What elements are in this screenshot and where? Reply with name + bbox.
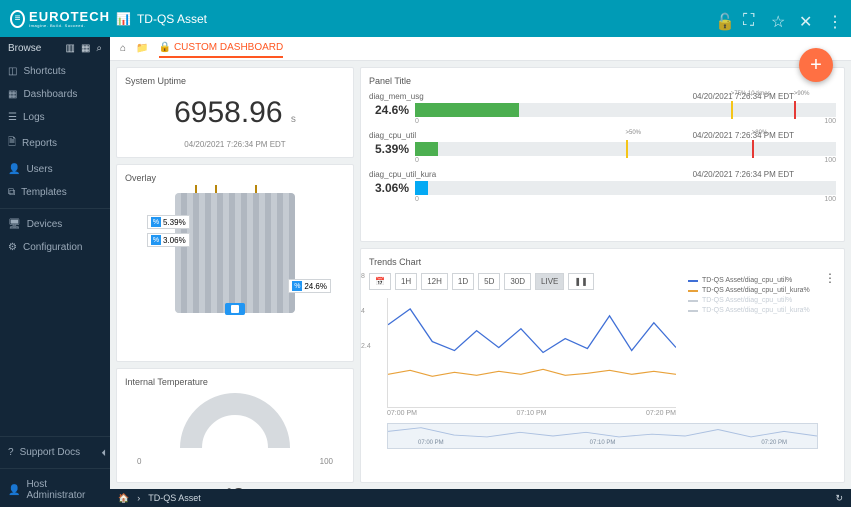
uptime-timestamp: 04/20/2021 7:26:34 PM EDT (125, 140, 345, 149)
range-12h[interactable]: 12H (421, 273, 448, 290)
tab-folder-icon[interactable]: 📁 (136, 43, 148, 54)
sidebar-item-templates[interactable]: ⧉ Templates (0, 181, 110, 204)
search-icon[interactable]: ⌕ (96, 43, 102, 54)
range-live[interactable]: LIVE (535, 273, 564, 290)
tab-home-icon[interactable]: ⌂ (120, 43, 126, 54)
range-1d[interactable]: 1D (452, 273, 474, 290)
browse-label: Browse (8, 43, 41, 54)
sidebar: Browse ▥ ▦ ⌕ ◫ Shortcuts ▦ Dashboards ☰ … (0, 37, 110, 507)
uptime-value: 6958.96 s (125, 96, 345, 130)
range-30d[interactable]: 30D (504, 273, 531, 290)
temperature-gauge (180, 393, 290, 448)
overlay-toggle[interactable] (225, 303, 245, 315)
sidebar-support[interactable]: ? Support Docs (0, 441, 110, 464)
range-5d[interactable]: 5D (478, 273, 500, 290)
sidebar-item-devices[interactable]: 🖥 Devices (0, 213, 110, 236)
device-image: %5.39% %3.06% %24.6% (175, 193, 295, 313)
trends-brush[interactable]: 07:00 PM07:10 PM07:20 PM (387, 423, 818, 449)
star-icon[interactable]: ☆ (771, 12, 785, 26)
overlay-card: Overlay %5.39% %3.06% %24.6% (116, 164, 354, 362)
sidebar-item-logs[interactable]: ☰ Logs (0, 106, 110, 129)
brand-name: EUROTECH (29, 9, 110, 24)
panel-title: Panel Title (369, 76, 836, 86)
metric-mem-bar: >75% 10 times >90% (415, 103, 836, 117)
view-list-icon[interactable]: ▥ (65, 43, 74, 54)
sidebar-host-admin[interactable]: 👤 Host Administrator (0, 473, 110, 507)
metric-cpu-bar: >50% >80% (415, 142, 836, 156)
add-fab-button[interactable]: + (799, 48, 833, 82)
metric-mem: diag_mem_usg04/20/2021 7:26:34 PM EDT 24… (369, 92, 836, 125)
tab-custom-dashboard[interactable]: 🔒 CUSTOM DASHBOARD (159, 42, 284, 58)
overlay-tag-mem[interactable]: %24.6% (288, 279, 331, 293)
logo-icon: ≡ (10, 10, 25, 28)
temperature-title: Internal Temperature (125, 377, 345, 387)
trends-legend: TD-QS Asset/diag_cpu_util% TD-QS Asset/d… (688, 277, 838, 317)
uptime-card: System Uptime 6958.96 s 04/20/2021 7:26:… (116, 67, 354, 158)
overlay-tag-kura[interactable]: %3.06% (147, 233, 190, 247)
sidebar-item-shortcuts[interactable]: ◫ Shortcuts (0, 60, 110, 83)
metric-cpu: diag_cpu_util04/20/2021 7:26:34 PM EDT 5… (369, 131, 836, 164)
breadcrumb-action-icon[interactable]: ↻ (835, 493, 843, 504)
view-grid-icon[interactable]: ▦ (81, 43, 90, 54)
uptime-title: System Uptime (125, 76, 345, 86)
trends-card: Trends Chart ⋮ 📅 1H 12H 1D 5D 30D LIVE ❚… (360, 248, 845, 483)
brand-logo[interactable]: ≡ EUROTECH Imagine. Build. Succeed. (10, 9, 110, 28)
asset-title: TD-QS Asset (137, 12, 207, 26)
lock-icon[interactable]: 🔓 (715, 12, 729, 26)
panel-card: Panel Title diag_mem_usg04/20/2021 7:26:… (360, 67, 845, 242)
home-icon[interactable]: 🏠 (118, 493, 129, 504)
temperature-card: Internal Temperature 0 °C 100 (116, 368, 354, 483)
sidebar-item-dashboards[interactable]: ▦ Dashboards (0, 83, 110, 106)
trends-title: Trends Chart (369, 257, 836, 267)
overlay-title: Overlay (125, 173, 345, 183)
overlay-tag-cpu[interactable]: %5.39% (147, 215, 190, 229)
fullscreen-icon[interactable]: ⛶ (743, 12, 757, 26)
sidebar-item-reports[interactable]: 🗎 Reports (0, 129, 110, 158)
metric-kura: diag_cpu_util_kura04/20/2021 7:26:34 PM … (369, 170, 836, 203)
sidebar-item-users[interactable]: 👤 Users (0, 158, 110, 181)
dashboard-icon: 📊 (116, 12, 131, 26)
sidebar-item-configuration[interactable]: ⚙ Configuration (0, 236, 110, 259)
metric-kura-bar (415, 181, 836, 195)
breadcrumb-bar: 🏠 › TD-QS Asset ↻ (110, 489, 851, 507)
breadcrumb-item[interactable]: TD-QS Asset (148, 493, 201, 503)
range-1h[interactable]: 1H (395, 273, 417, 290)
trends-chart-plot[interactable] (387, 298, 676, 408)
tools-icon[interactable]: ✕ (799, 12, 813, 26)
calendar-button[interactable]: 📅 (369, 273, 391, 290)
more-icon[interactable]: ⋮ (827, 12, 841, 26)
pause-button[interactable]: ❚❚ (568, 273, 593, 290)
